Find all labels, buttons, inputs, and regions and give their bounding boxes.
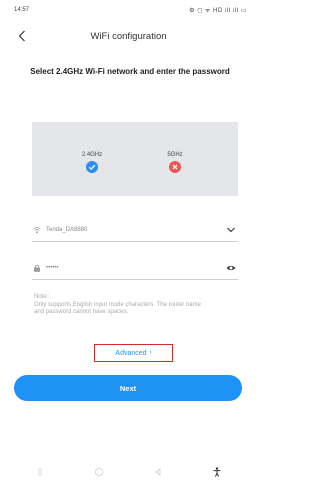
password-field — [32, 256, 238, 280]
eye-icon[interactable] — [224, 261, 238, 275]
chevron-down-icon[interactable] — [224, 223, 238, 237]
system-nav-bar — [0, 460, 257, 484]
band-24ghz: 2.4GHz — [72, 152, 112, 173]
band-illustration: 2.4GHz 5GHz — [32, 122, 238, 196]
menu-icon[interactable] — [32, 464, 48, 480]
check-icon — [86, 161, 98, 173]
band-5ghz-label: 5GHz — [167, 152, 183, 158]
status-icons: ⚙ ◻ ᯤ HD ıll ıll ▭ — [189, 8, 247, 14]
band-24ghz-label: 2.4GHz — [81, 152, 103, 158]
wifi-icon — [32, 225, 42, 235]
home-icon[interactable] — [91, 464, 107, 480]
back-button[interactable] — [14, 26, 30, 46]
cross-icon — [169, 161, 181, 173]
note-body: Only supports English input mode charact… — [34, 301, 201, 316]
back-triangle-icon[interactable] — [150, 464, 166, 480]
advanced-link[interactable]: Advanced › — [94, 344, 173, 362]
accessibility-icon[interactable] — [209, 464, 225, 480]
chevron-left-icon — [18, 30, 25, 42]
status-time: 14:57 — [14, 7, 30, 13]
chevron-right-icon: › — [149, 350, 152, 356]
instruction-text: Select 2.4GHz Wi-Fi network and enter th… — [30, 67, 230, 76]
wifi-network-value: Tenda_DA8880 — [46, 226, 88, 233]
note-title: Note： — [34, 294, 53, 300]
lock-icon — [32, 263, 42, 273]
nav-bar: WiFi configuration — [0, 24, 257, 48]
advanced-label: Advanced — [115, 349, 147, 357]
note: Note： Only supports English input mode c… — [34, 294, 204, 317]
next-button[interactable]: Next — [14, 375, 242, 401]
band-5ghz: 5GHz — [155, 152, 195, 173]
page-title: WiFi configuration — [90, 30, 167, 42]
status-bar: 14:57 ⚙ ◻ ᯤ HD ıll ıll ▭ — [0, 0, 257, 20]
wifi-network-select[interactable]: Tenda_DA8880 — [32, 218, 238, 242]
password-input[interactable] — [46, 260, 224, 275]
